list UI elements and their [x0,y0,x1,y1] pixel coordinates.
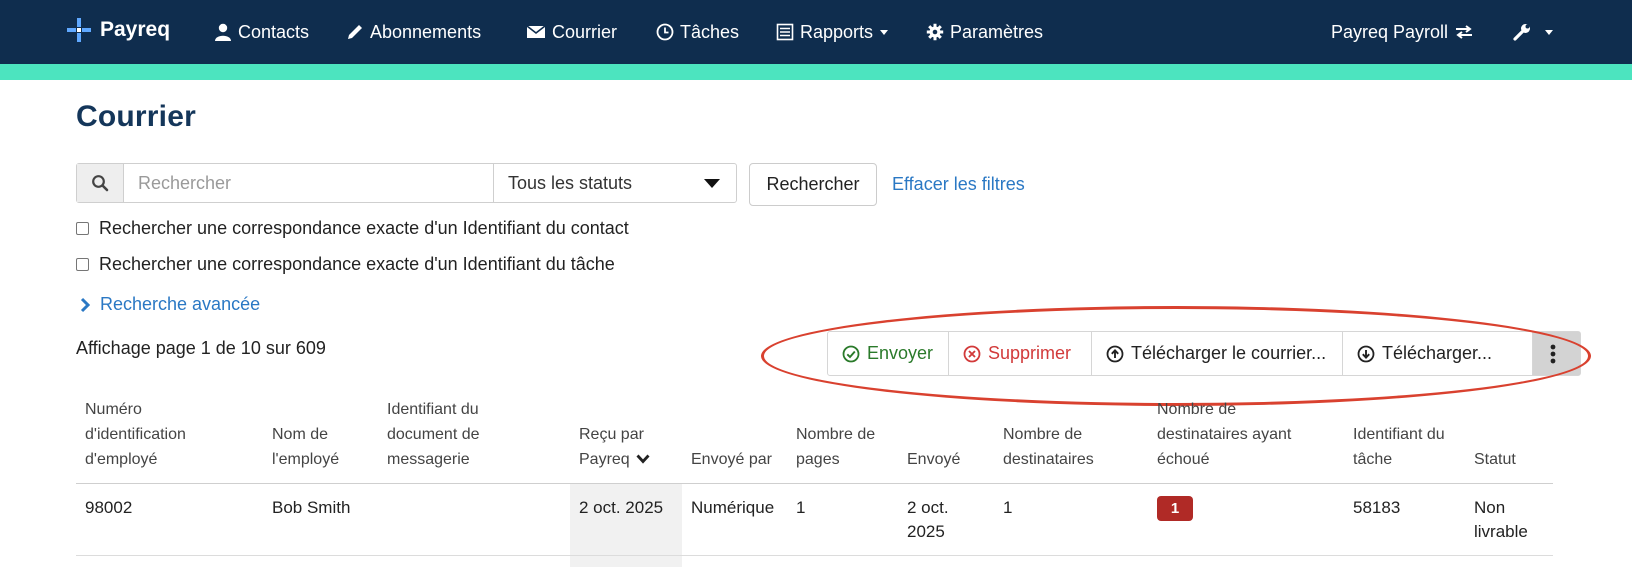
col-header-sent-by[interactable]: Envoyé par [691,447,791,472]
col-header-document-id[interactable]: Identifiant du document de messagerie [387,397,517,472]
check-circle-icon [842,345,860,362]
page-title: Courrier [76,100,196,133]
envelope-icon [526,25,546,38]
nav-abonnements[interactable]: Abonnements [346,18,481,46]
user-icon [215,23,231,41]
sort-descending-icon [636,454,650,464]
search-addon [77,164,124,202]
delete-label: Supprimer [988,343,1072,363]
upload-label: Télécharger le courrier... [1131,343,1327,363]
gear-icon [926,23,944,41]
paging-info: Affichage page 1 de 10 sur 609 [76,338,326,358]
search-icon [92,175,109,192]
report-icon [776,23,794,41]
status-select[interactable]: Tous les statuts [493,164,736,202]
nav-parametres[interactable]: Paramètres [926,18,1043,46]
dropdown-arrow-icon [704,178,720,188]
status-select-value: Tous les statuts [508,172,633,193]
send-button[interactable]: Envoyer [828,332,949,375]
exact-contact-checkbox[interactable] [76,222,89,235]
table-header-divider [76,483,1553,484]
download-icon [1357,345,1375,362]
exact-task-label: Rechercher une correspondance exacte d'u… [99,254,615,274]
cell-status: Non livrable [1474,498,1528,541]
top-navbar: Payreq Contacts Abonnements Courrier Tâc… [0,0,1632,64]
accent-bar [0,64,1632,80]
nav-contacts[interactable]: Contacts [214,18,309,46]
payreq-logo-icon [67,18,91,42]
nav-parametres-label: Paramètres [950,21,1044,42]
switch-arrows-icon [1456,25,1473,39]
more-actions-button[interactable] [1533,332,1580,375]
chevron-right-icon [80,297,90,312]
upload-mail-button[interactable]: Télécharger le courrier... [1092,332,1343,375]
upload-icon [1106,345,1124,362]
search-bar: Tous les statuts [76,163,737,203]
exact-contact-option: Rechercher une correspondance exacte d'u… [76,218,629,239]
col-header-recipients[interactable]: Nombre de destinataires [1003,422,1133,472]
cell-employee-id: 98002 [85,498,133,517]
cell-recipients: 1 [1003,498,1013,517]
failed-count-badge: 1 [1157,496,1193,521]
nav-rapports[interactable]: Rapports [776,18,889,46]
col-header-received[interactable]: Reçu par Payreq [579,422,669,472]
wrench-icon [1513,24,1530,41]
account-switcher[interactable]: Payreq Payroll [1331,18,1480,46]
exact-task-option: Rechercher une correspondance exacte d'u… [76,254,615,275]
exact-task-checkbox[interactable] [76,258,89,271]
download-label: Télécharger... [1382,343,1493,363]
nav-taches[interactable]: Tâches [656,18,739,46]
chevron-down-icon [880,29,889,35]
col-header-sent[interactable]: Envoyé [907,447,987,472]
table-row-divider [76,555,1553,556]
col-header-employee-name[interactable]: Nom de l'employé [272,422,372,472]
nav-taches-label: Tâches [680,21,740,42]
cell-sent: 2 oct. 2025 [907,498,949,541]
cell-sent-by: Numérique [691,498,775,517]
mail-actions-toolbar: Envoyer Supprimer Télécharger le courrie… [827,331,1581,376]
nav-courrier[interactable]: Courrier [526,18,617,46]
x-circle-icon [963,345,981,362]
more-vertical-icon [1550,344,1556,363]
send-label: Envoyer [867,343,934,363]
cell-received: 2 oct. 2025 [579,498,664,517]
advanced-search-label: Recherche avancée [100,294,261,314]
brand-logo[interactable]: Payreq [66,14,170,46]
chevron-down-icon [1545,29,1553,35]
cell-pages: 1 [796,498,806,517]
col-header-pages[interactable]: Nombre de pages [796,422,891,472]
delete-button[interactable]: Supprimer [949,332,1092,375]
col-header-task-id[interactable]: Identifiant du tâche [1353,422,1463,472]
tools-menu[interactable] [1512,18,1553,46]
nav-contacts-label: Contacts [238,21,310,42]
clock-icon [656,23,674,41]
account-name: Payreq Payroll [1331,21,1449,42]
cell-task-id: 58183 [1353,498,1401,517]
advanced-search-toggle[interactable]: Recherche avancée [80,294,260,315]
col-header-employee-id[interactable]: Numéro d'identification d'employé [85,397,235,472]
clear-filters-link[interactable]: Effacer les filtres [892,174,1025,195]
cell-employee-name: Bob Smith [272,498,351,517]
col-header-received-label: Reçu par Payreq [579,426,644,468]
col-header-failed[interactable]: Nombre de destinataires ayant échoué [1157,397,1317,472]
download-button[interactable]: Télécharger... [1343,332,1533,375]
search-button[interactable]: Rechercher [749,163,877,206]
nav-courrier-label: Courrier [552,21,618,42]
pencil-icon [348,25,362,39]
col-header-status[interactable]: Statut [1474,447,1544,472]
exact-contact-label: Rechercher une correspondance exacte d'u… [99,218,629,238]
nav-abonnements-label: Abonnements [370,21,482,42]
brand-name: Payreq [100,18,171,41]
search-input[interactable] [124,164,493,202]
nav-rapports-label: Rapports [800,21,874,42]
